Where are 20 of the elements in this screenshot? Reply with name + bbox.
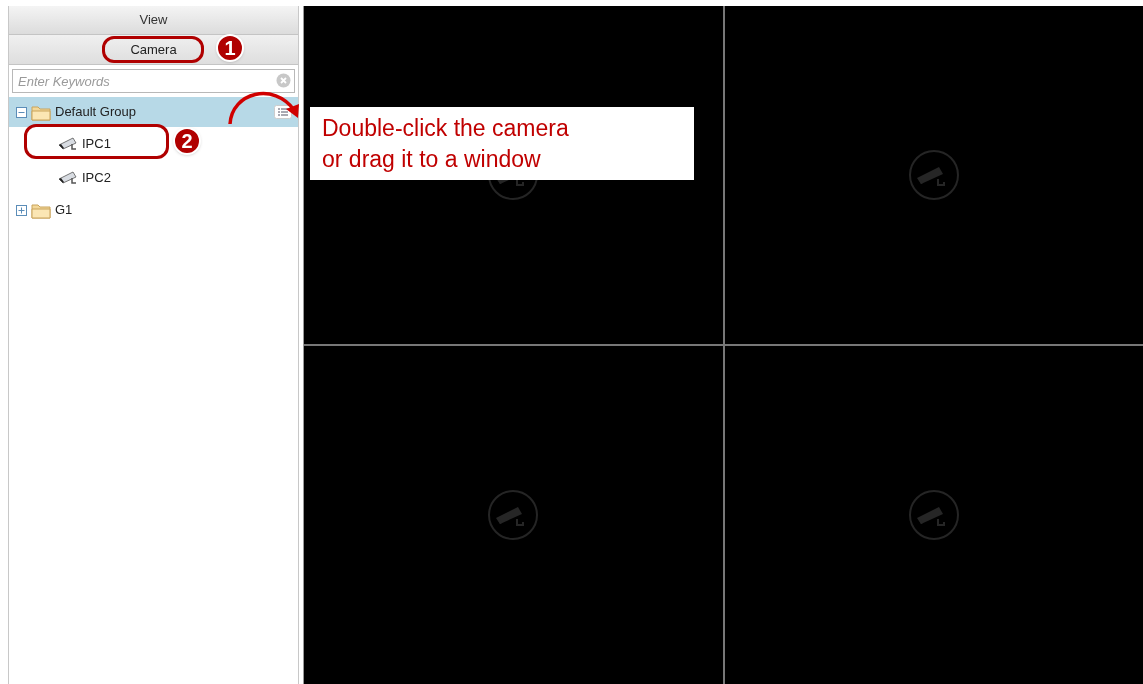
tree-label: IPC1 [82, 135, 111, 154]
camera-icon [57, 170, 79, 186]
panel-header: View [139, 11, 168, 30]
camera-icon [57, 136, 79, 152]
tree-label: G1 [55, 201, 74, 220]
list-icon[interactable] [274, 105, 292, 119]
camera-placeholder-icon [907, 149, 960, 201]
camera-placeholder-icon [487, 489, 540, 541]
curved-arrow [228, 92, 299, 125]
tree-label: IPC2 [82, 169, 111, 188]
folder-icon [31, 201, 51, 219]
tree-row-highlight[interactable]: Default Group [9, 97, 298, 127]
collapse-icon[interactable] [16, 106, 27, 118]
camera-tab[interactable]: Camera [118, 37, 189, 62]
callout-text: Double-click the camera or drag it to a window [322, 113, 569, 174]
folder-icon [31, 103, 51, 121]
expand-icon[interactable] [16, 204, 27, 216]
search-field[interactable]: Enter Keywords [12, 69, 295, 93]
camera-placeholder-icon [907, 489, 960, 541]
tree-label: Default Group [55, 103, 137, 122]
